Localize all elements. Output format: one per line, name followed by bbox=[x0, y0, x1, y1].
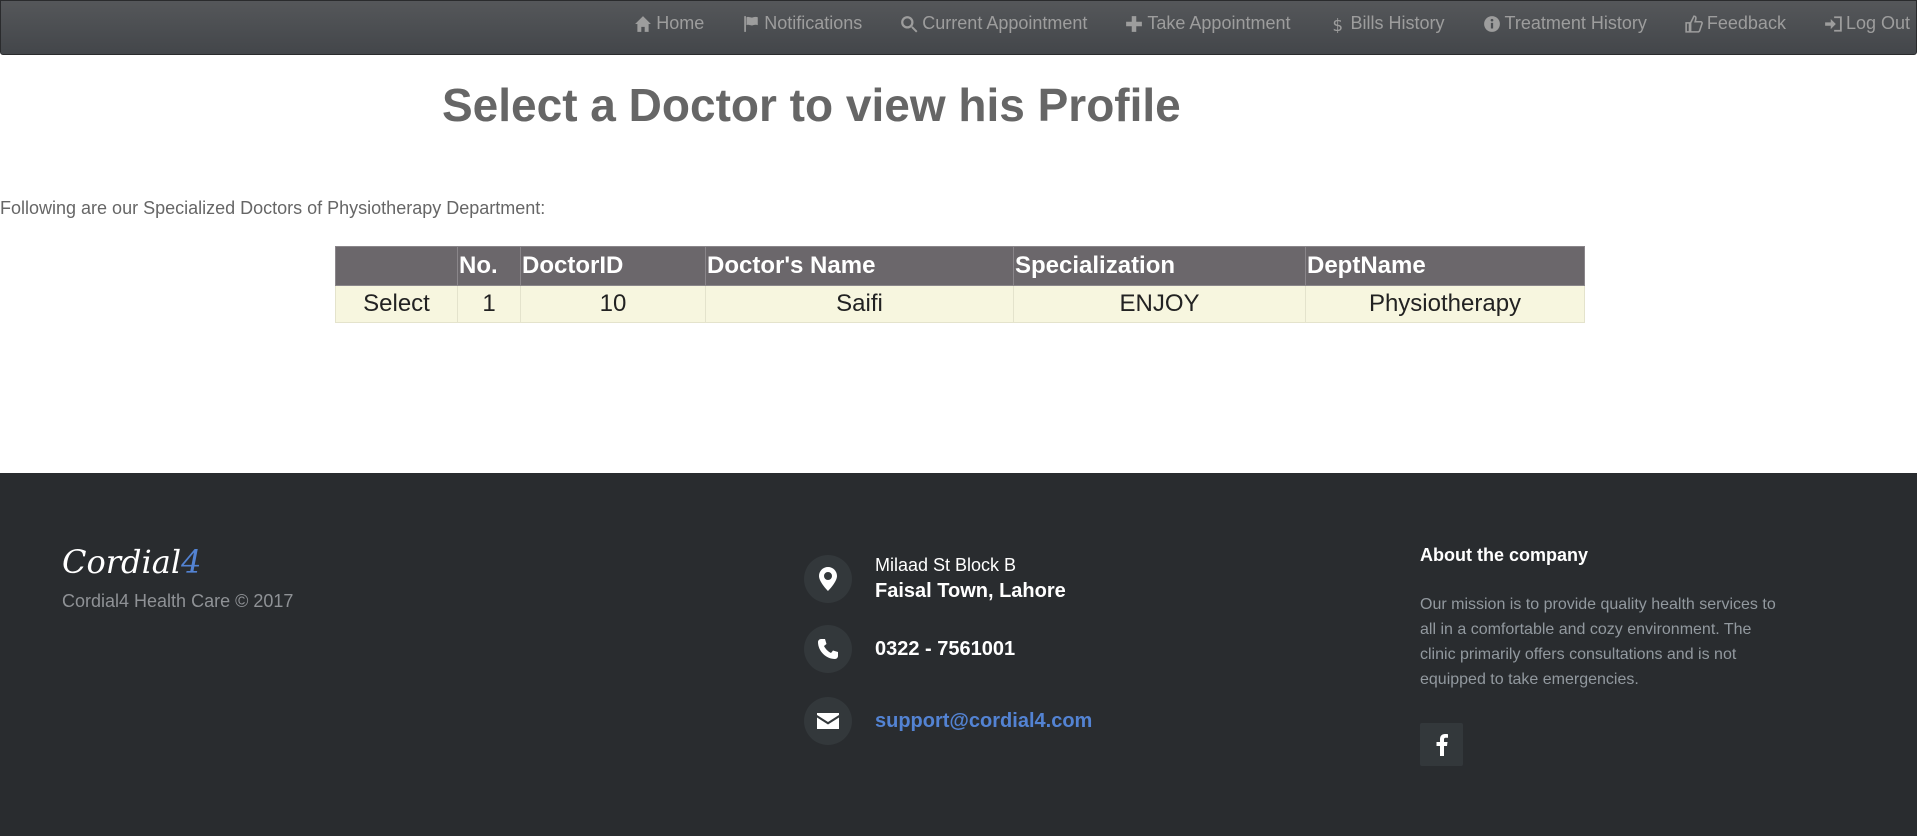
select-cell: Select bbox=[335, 285, 458, 323]
address-row: Milaad St Block B Faisal Town, Lahore bbox=[804, 555, 1066, 603]
nav-item-home[interactable]: Home bbox=[634, 13, 704, 34]
cell-no: 1 bbox=[457, 285, 521, 323]
dollar-icon: $ bbox=[1332, 15, 1343, 33]
column-header-doctor-name: Doctor's Name bbox=[705, 246, 1014, 286]
info-icon bbox=[1483, 15, 1500, 32]
company-logo: Cordial4 bbox=[62, 543, 201, 581]
email-row: support@cordial4.com bbox=[804, 697, 1092, 745]
nav-item-feedback[interactable]: Feedback bbox=[1685, 13, 1786, 34]
svg-text:$: $ bbox=[1332, 15, 1343, 33]
nav-label: Home bbox=[656, 13, 705, 33]
column-header-specialization: Specialization bbox=[1013, 246, 1306, 286]
nav-label: Feedback bbox=[1706, 13, 1786, 33]
facebook-button[interactable] bbox=[1420, 723, 1463, 766]
intro-text: Following are our Specialized Doctors of… bbox=[0, 198, 546, 218]
page-title: Select a Doctor to view his Profile bbox=[442, 79, 1181, 131]
phone-number: 0322 - 7561001 bbox=[875, 637, 1016, 660]
column-header-no: No. bbox=[457, 246, 521, 286]
plus-icon bbox=[1126, 15, 1143, 32]
select-doctor-link[interactable]: Select bbox=[363, 290, 430, 317]
phone-icon bbox=[804, 625, 852, 673]
nav-item-current-appointment[interactable]: Current Appointment bbox=[900, 13, 1087, 34]
nav-item-log-out[interactable]: Log Out bbox=[1824, 13, 1910, 34]
column-header-doctor-id: DoctorID bbox=[520, 246, 706, 286]
nav-item-take-appointment[interactable]: Take Appointment bbox=[1125, 13, 1291, 34]
table-row: Select 1 10 Saifi ENJOY Physiotherapy bbox=[335, 285, 1585, 323]
about-heading: About the company bbox=[1420, 545, 1589, 565]
nav-menu: Home Notifications Current Appointment T… bbox=[596, 1, 1910, 46]
cell-doctor-id: 10 bbox=[520, 285, 706, 323]
nav-item-treatment-history[interactable]: Treatment History bbox=[1483, 13, 1647, 34]
nav-label: Take Appointment bbox=[1147, 13, 1291, 33]
doctors-table: No. DoctorID Doctor's Name Specializatio… bbox=[335, 246, 1585, 323]
nav-item-bills-history[interactable]: $ Bills History bbox=[1329, 13, 1445, 34]
footer: Cordial4 Cordial4 Health Care © 2017 Mil… bbox=[0, 473, 1917, 836]
thumbs-up-icon bbox=[1685, 14, 1703, 33]
logo-number: 4 bbox=[181, 543, 202, 581]
address-line-2: Faisal Town, Lahore bbox=[875, 580, 1066, 602]
top-navbar: Home Notifications Current Appointment T… bbox=[0, 0, 1917, 55]
facebook-icon bbox=[1436, 733, 1448, 756]
column-header-select bbox=[335, 246, 458, 286]
nav-label: Log Out bbox=[1845, 13, 1910, 33]
address-line-1: Milaad St Block B bbox=[875, 555, 1017, 575]
cell-specialization: ENJOY bbox=[1013, 285, 1306, 323]
nav-label: Treatment History bbox=[1504, 13, 1647, 33]
copyright-text: Cordial4 Health Care © 2017 bbox=[62, 591, 294, 611]
cell-doctor-name: Saifi bbox=[705, 285, 1014, 323]
envelope-icon bbox=[804, 697, 852, 745]
address-block: Milaad St Block B Faisal Town, Lahore bbox=[875, 555, 1066, 603]
home-icon bbox=[635, 15, 652, 32]
phone-row: 0322 - 7561001 bbox=[804, 625, 1015, 673]
map-marker-icon bbox=[804, 555, 852, 603]
flag-icon bbox=[744, 15, 758, 32]
table-header-row: No. DoctorID Doctor's Name Specializatio… bbox=[335, 246, 1585, 286]
cell-dept-name: Physiotherapy bbox=[1305, 285, 1585, 323]
search-icon bbox=[901, 15, 918, 32]
column-header-dept-name: DeptName bbox=[1305, 246, 1585, 286]
logo-text: Cordial bbox=[62, 543, 182, 581]
nav-label: Notifications bbox=[764, 13, 863, 33]
nav-item-notifications[interactable]: Notifications bbox=[742, 13, 862, 34]
nav-label: Bills History bbox=[1350, 13, 1445, 33]
about-text: Our mission is to provide quality health… bbox=[1420, 596, 1776, 688]
nav-label: Current Appointment bbox=[922, 13, 1088, 33]
log-out-icon bbox=[1825, 15, 1842, 32]
support-email-link[interactable]: support@cordial4.com bbox=[875, 710, 1092, 733]
